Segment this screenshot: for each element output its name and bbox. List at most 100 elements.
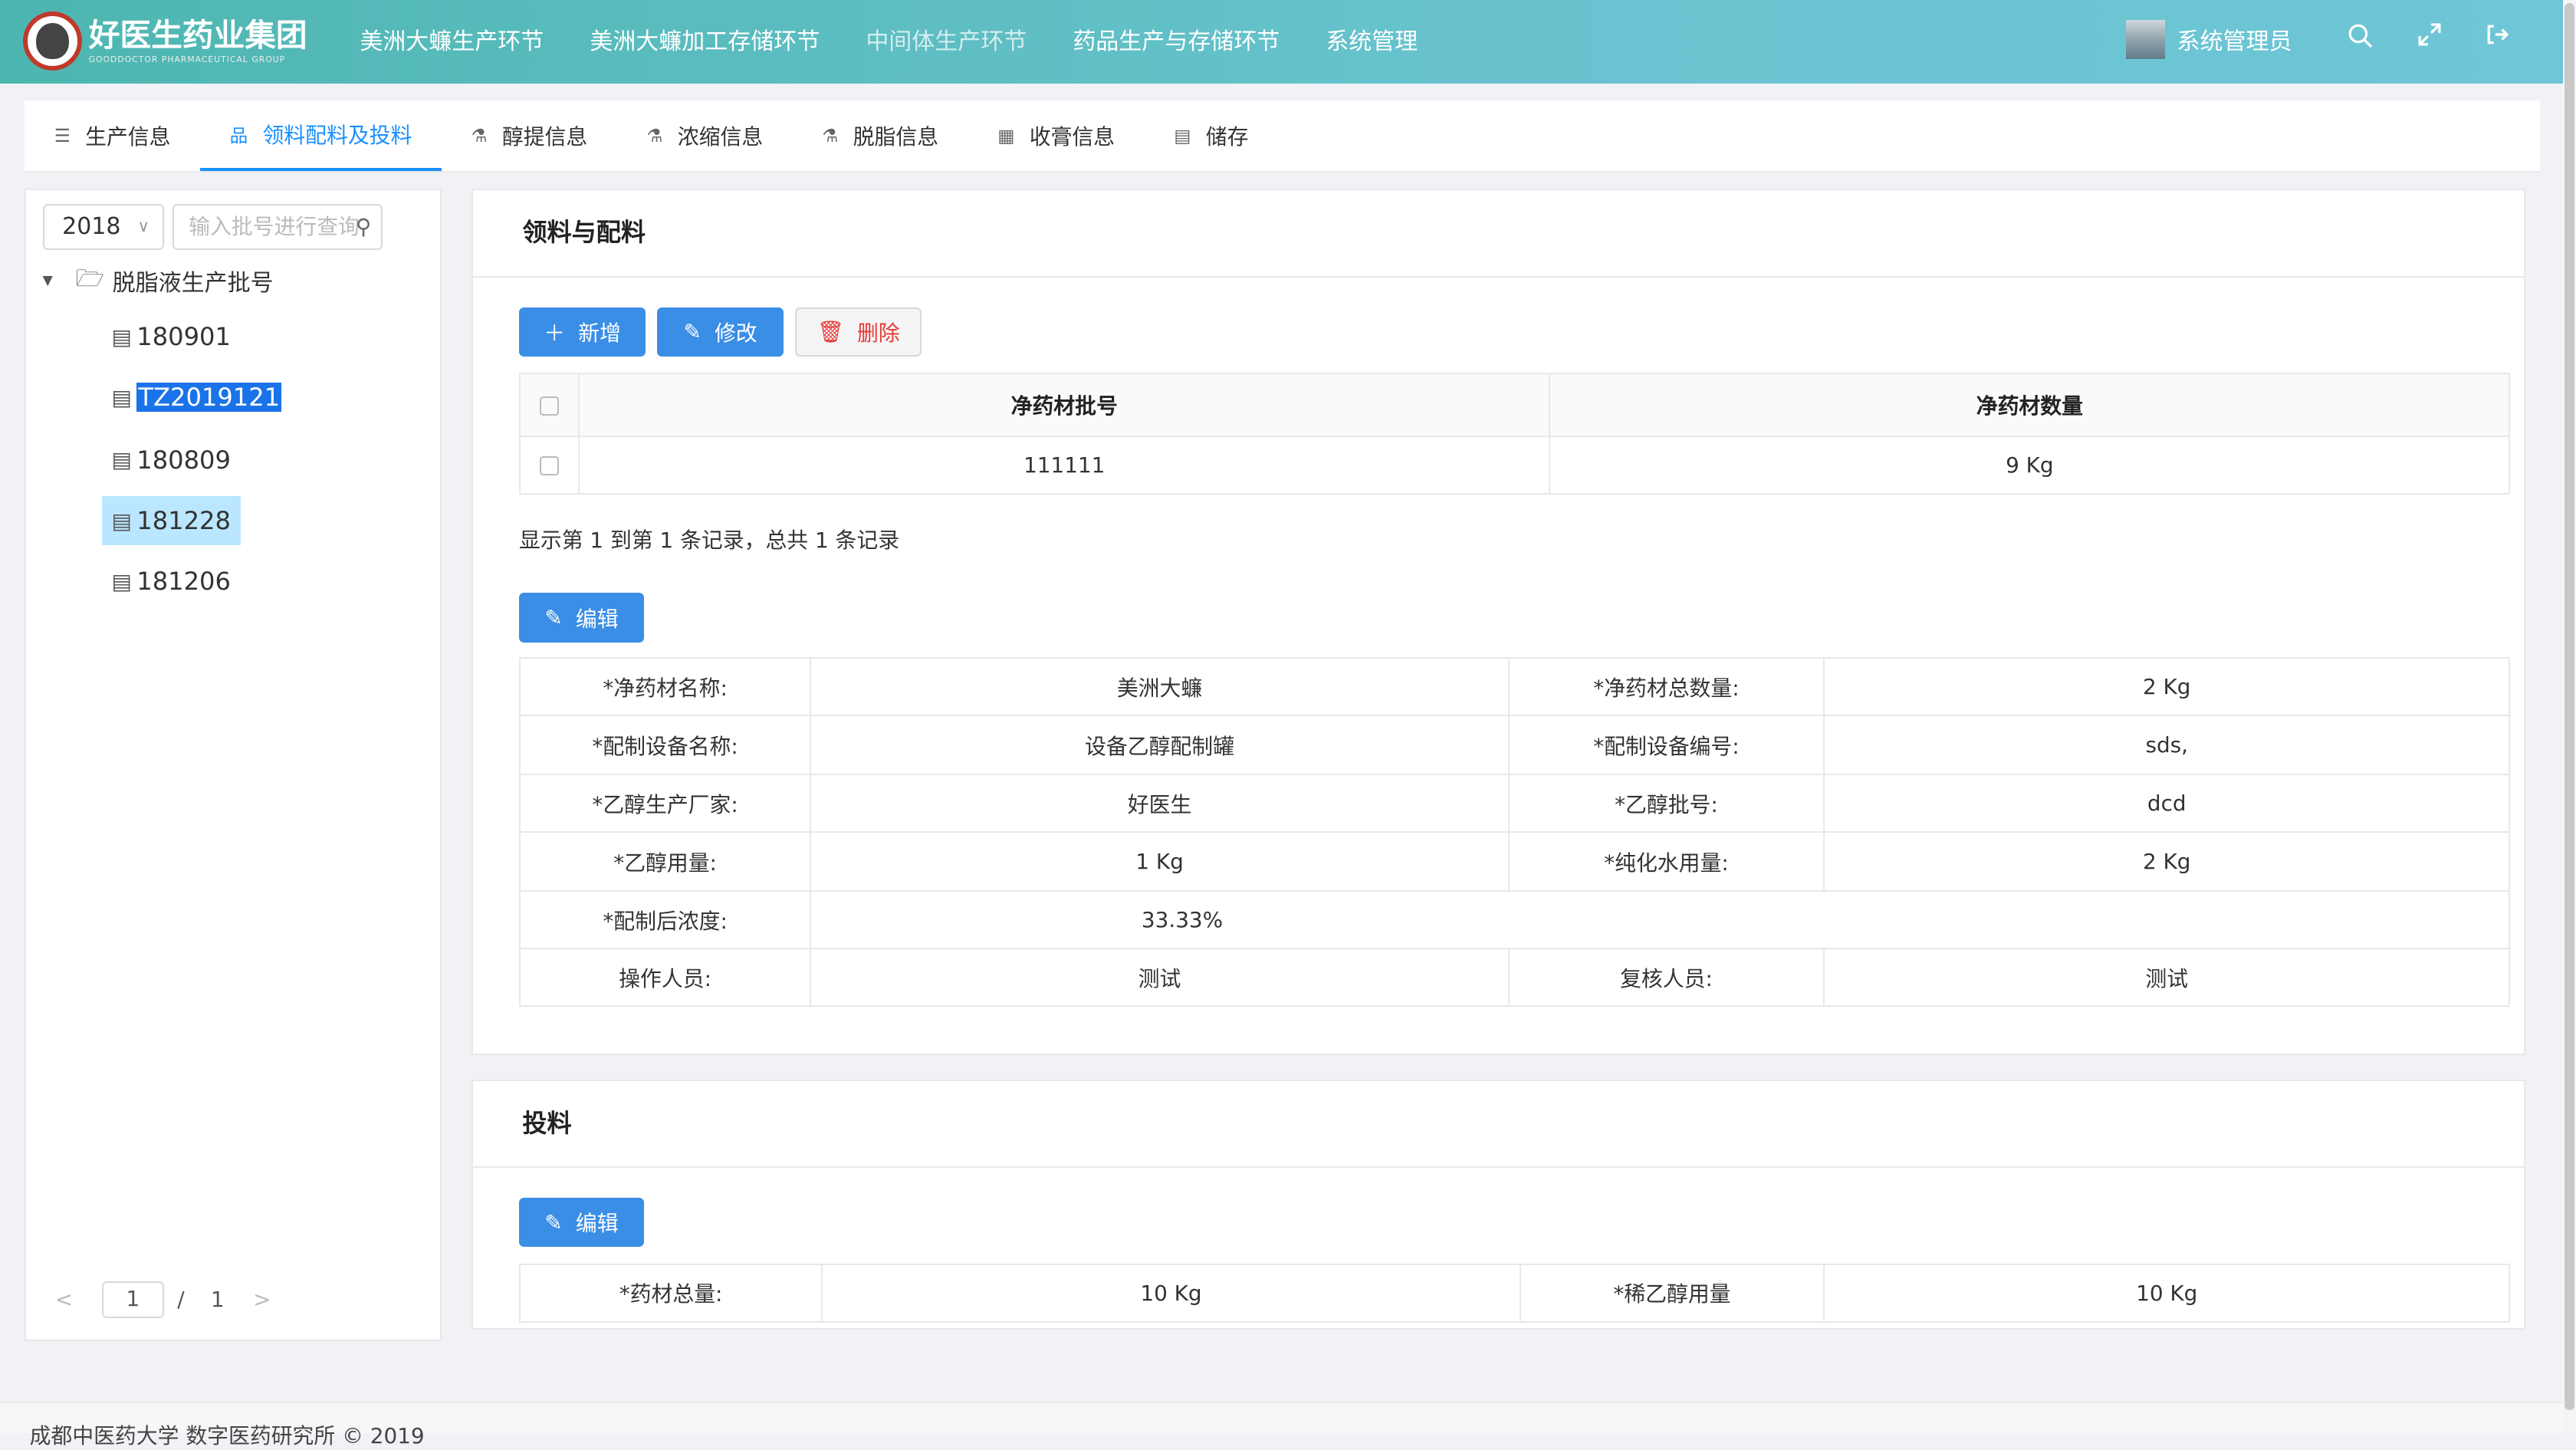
flask-icon: ⚗ [471, 124, 488, 146]
dosing-detail-table: *净药材名称: 美洲大蠊 *净药材总数量: 2 Kg *配制设备名称: 设备乙醇… [519, 657, 2511, 1008]
edit-button[interactable]: ✎ 编辑 [519, 1198, 644, 1248]
field-value: 2 Kg [1823, 657, 2511, 717]
brand-title: 好医生药业集团 [88, 17, 307, 54]
field-label: *配制设备名称: [519, 715, 812, 776]
table-cell: 9 Kg [1549, 435, 2511, 495]
tab-storage[interactable]: ▤ 储存 [1145, 100, 1278, 171]
field-value: 测试 [1823, 948, 2511, 1008]
feeding-detail-table: *药材总量: 10 Kg *稀乙醇用量 10 Kg [519, 1263, 2511, 1323]
field-label: *净药材总数量: [1507, 657, 1825, 717]
fullscreen-icon[interactable] [2415, 23, 2445, 53]
column-header[interactable]: 净药材数量 [1549, 373, 2511, 437]
nav-item-system-management[interactable]: 系统管理 [1303, 0, 1441, 84]
flask-icon: ⚗ [646, 124, 663, 146]
field-value: 测试 [810, 948, 1510, 1008]
user-menu[interactable]: 系统管理员 [2126, 19, 2292, 60]
field-label: *净药材名称: [519, 657, 812, 717]
avatar [2126, 19, 2166, 60]
row-checkbox[interactable] [519, 435, 580, 495]
field-label: 复核人员: [1507, 948, 1825, 1008]
select-all-checkbox[interactable] [519, 373, 580, 437]
sitemap-icon: 品 [229, 124, 248, 146]
records-summary: 显示第 1 到第 1 条记录，总共 1 条记录 [519, 528, 900, 554]
page-separator: / [177, 1287, 185, 1313]
footer-text: 成都中医药大学 数字医药研究所 © 2019 [29, 1423, 425, 1449]
field-value: dcd [1823, 774, 2511, 834]
brand-subtitle: GOODDOCTOR PHARMACEUTICAL GROUP [88, 54, 286, 64]
edit-icon: ✎ [544, 605, 563, 631]
flask-icon: ⚗ [822, 124, 839, 146]
tree-node[interactable]: ▤ TZ2019121 [102, 373, 291, 422]
field-value: 美洲大蠊 [810, 657, 1510, 717]
tab-alcohol-extraction[interactable]: ⚗ 醇提信息 [442, 100, 617, 171]
edit-button[interactable]: ✎ 编辑 [519, 593, 644, 643]
tab-degreasing[interactable]: ⚗ 脱脂信息 [793, 100, 968, 171]
field-label: *药材总量: [519, 1263, 823, 1323]
logout-icon[interactable] [2482, 23, 2512, 53]
caret-down-icon: ▼ [42, 273, 53, 289]
chevron-right-icon[interactable]: > [241, 1287, 284, 1312]
building-icon: ▦ [997, 124, 1015, 146]
field-value: 1 Kg [810, 831, 1510, 893]
main-nav: 美洲大蠊生产环节 美洲大蠊加工存储环节 中间体生产环节 药品生产与存储环节 系统… [337, 0, 1441, 84]
brand-badge-icon [23, 11, 83, 71]
tree-node[interactable]: ▤ 180809 [102, 436, 241, 485]
batch-search-input[interactable]: 输入批号进行查询 ⚲ [172, 203, 383, 250]
top-bar: 好医生药业集团 GOODDOCTOR PHARMACEUTICAL GROUP … [0, 0, 2564, 84]
table-cell: 111111 [578, 435, 1551, 495]
page-input[interactable]: 1 [101, 1281, 165, 1318]
document-icon: ▤ [111, 508, 132, 534]
feeding-card: 投料 ✎ 编辑 *药材总量: 10 Kg *稀乙醇用量 10 Kg [472, 1079, 2525, 1330]
search-icon: ⚲ [355, 213, 372, 239]
delete-button[interactable]: 🗑 删除 [795, 307, 922, 357]
tree-node[interactable]: ▤ 180901 [102, 312, 241, 361]
document-icon: ▤ [111, 568, 132, 594]
nav-item-processing-storage[interactable]: 美洲大蠊加工存储环节 [567, 0, 843, 84]
tree-node[interactable]: ▤ 181206 [102, 557, 241, 606]
field-value: 设备乙醇配制罐 [810, 715, 1510, 776]
nav-item-american-cockroach-production[interactable]: 美洲大蠊生产环节 [337, 0, 567, 84]
material-dosing-card: 领料与配料 ＋新增 ✎ 修改 🗑 删除 净药材批号 净药材数量 111111 9 K… [472, 189, 2525, 1055]
tab-production-info[interactable]: ☰ 生产信息 [25, 100, 200, 171]
material-table: 净药材批号 净药材数量 111111 9 Kg [519, 373, 2511, 495]
edit-icon: ✎ [544, 1209, 563, 1235]
field-label: *纯化水用量: [1507, 831, 1825, 893]
nav-item-intermediate-production[interactable]: 中间体生产环节 [843, 0, 1050, 84]
tree-pager: < 1 / 1 > [43, 1281, 284, 1318]
tab-paste-collection[interactable]: ▦ 收膏信息 [968, 100, 1145, 171]
column-header[interactable]: 净药材批号 [578, 373, 1551, 437]
field-value: 33.33% [810, 890, 2511, 950]
field-value: 10 Kg [1823, 1263, 2511, 1323]
table-row[interactable]: 111111 9 Kg [519, 435, 2511, 495]
list-icon: ☰ [54, 124, 71, 146]
batch-tree-panel: 2018 ∨ 输入批号进行查询 ⚲ ▼ 🗁 脱脂液生产批号 ▤ 180901 ▤ TZ2… [25, 189, 442, 1341]
field-label: *乙醇用量: [519, 831, 812, 893]
trash-icon: 🗑 [816, 319, 844, 345]
document-icon: ▤ [111, 384, 132, 410]
field-value: 好医生 [810, 774, 1510, 834]
year-select[interactable]: 2018 ∨ [42, 203, 165, 250]
page-total: 1 [210, 1287, 225, 1313]
tab-concentration[interactable]: ⚗ 浓缩信息 [617, 100, 793, 171]
search-icon[interactable] [2346, 23, 2376, 53]
user-name: 系统管理员 [2177, 28, 2292, 56]
storage-icon: ▤ [1174, 124, 1191, 146]
tree-root[interactable]: ▼ 🗁 脱脂液生产批号 [43, 261, 274, 301]
document-icon: ▤ [111, 447, 132, 473]
section-title: 领料与配料 [473, 190, 2524, 278]
modify-button[interactable]: ✎ 修改 [657, 307, 784, 357]
document-icon: ▤ [111, 324, 132, 350]
edit-icon: ✎ [683, 319, 702, 345]
field-label: 操作人员: [519, 948, 812, 1008]
nav-item-drug-production[interactable]: 药品生产与存储环节 [1050, 0, 1303, 84]
add-button[interactable]: ＋新增 [519, 307, 646, 357]
section-title: 投料 [473, 1081, 2524, 1169]
plus-icon: ＋ [544, 320, 566, 346]
chevron-left-icon[interactable]: < [43, 1287, 86, 1312]
field-label: *配制设备编号: [1507, 715, 1825, 776]
page-footer: 成都中医药大学 数字医药研究所 © 2019 [0, 1401, 2564, 1448]
page-scrollbar[interactable] [2563, 0, 2576, 1432]
tab-material-dosing[interactable]: 品领料配料及投料 [200, 100, 442, 171]
brand-logo[interactable]: 好医生药业集团 GOODDOCTOR PHARMACEUTICAL GROUP [23, 5, 335, 77]
tree-node-selected[interactable]: ▤ 181228 [101, 496, 241, 546]
